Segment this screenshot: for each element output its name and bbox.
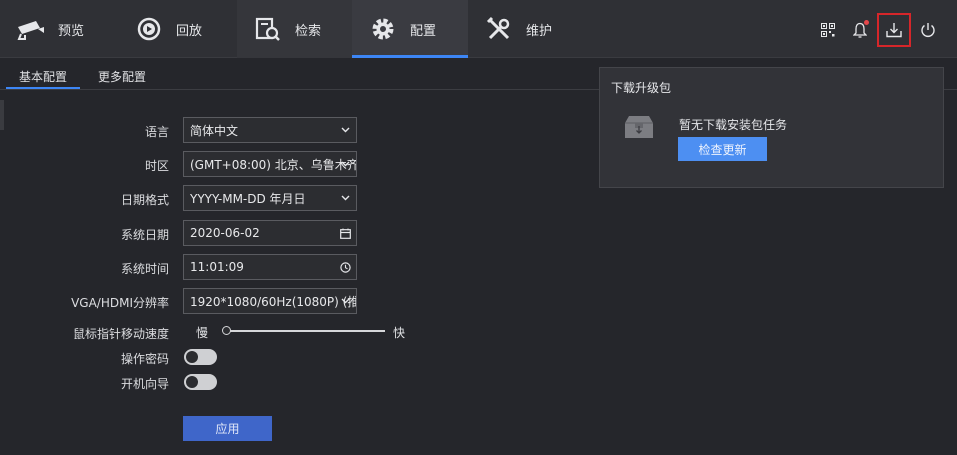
resolution-select[interactable]: 1920*1080/60Hz(1080P) (推荐): [183, 288, 357, 314]
slider-handle[interactable]: [222, 326, 231, 335]
power-button[interactable]: [913, 15, 943, 45]
tab-maintenance[interactable]: 维护: [468, 0, 586, 58]
camera-icon: [16, 14, 46, 44]
popup-message: 暂无下载安装包任务: [679, 118, 788, 132]
timezone-label: 时区: [144, 159, 169, 173]
tab-label: 检索: [295, 23, 322, 39]
tab-label: 回放: [176, 23, 203, 39]
slider-max-label: 快: [393, 326, 406, 340]
notification-button[interactable]: [845, 15, 875, 45]
check-update-button[interactable]: 检查更新: [678, 137, 767, 161]
system-time-input[interactable]: 11:01:09: [183, 254, 357, 280]
qr-code-button[interactable]: [813, 15, 843, 45]
tab-more-config[interactable]: 更多配置: [98, 68, 146, 85]
tab-label: 维护: [526, 23, 553, 39]
mouse-speed-slider: 慢 快: [0, 318, 420, 344]
chevron-down-icon: [339, 192, 351, 204]
tab-basic-config[interactable]: 基本配置: [5, 68, 81, 89]
clock-icon[interactable]: [339, 261, 351, 273]
calendar-icon[interactable]: [339, 227, 351, 239]
timezone-value: (GMT+08:00) 北京、乌鲁木齐: [190, 157, 357, 172]
system-time-value: 11:01:09: [190, 260, 244, 274]
language-value: 简体中文: [190, 123, 239, 138]
download-button[interactable]: [877, 13, 911, 47]
slider-min-label: 慢: [196, 326, 209, 340]
system-date-input[interactable]: 2020-06-02: [183, 220, 357, 246]
gear-icon: [368, 14, 398, 44]
language-select[interactable]: 简体中文: [183, 117, 357, 143]
playback-icon: [134, 14, 164, 44]
qr-code-icon: [821, 23, 835, 37]
language-label: 语言: [144, 125, 169, 139]
upgrade-package-popup: 下载升级包 暂无下载安装包任务 检查更新: [599, 67, 944, 188]
tab-config[interactable]: 配置: [352, 0, 468, 58]
search-file-icon: [253, 14, 283, 44]
resolution-label: VGA/HDMI分辨率: [71, 296, 169, 310]
tab-playback[interactable]: 回放: [118, 0, 237, 58]
tools-icon: [484, 14, 514, 44]
tab-preview[interactable]: 预览: [0, 0, 118, 58]
download-icon: [886, 23, 902, 38]
apply-button[interactable]: 应用: [183, 416, 272, 441]
system-date-label: 系统日期: [120, 228, 169, 242]
chevron-down-icon: [339, 124, 351, 136]
date-format-label: 日期格式: [120, 193, 169, 207]
top-nav-bar: 预览 回放 检索 配置 维护: [0, 0, 957, 58]
op-password-label: 操作密码: [120, 352, 169, 366]
tab-search[interactable]: 检索: [237, 0, 352, 58]
tab-label: 预览: [58, 23, 85, 39]
date-format-select[interactable]: YYYY-MM-DD 年月日: [183, 185, 357, 211]
date-format-value: YYYY-MM-DD 年月日: [190, 191, 306, 206]
scrollbar[interactable]: [0, 100, 4, 130]
system-time-label: 系统时间: [120, 262, 169, 276]
boot-wizard-label: 开机向导: [120, 377, 169, 391]
empty-package-icon: [625, 116, 653, 138]
chevron-down-icon: [339, 158, 351, 170]
notification-dot: [864, 20, 869, 25]
resolution-value: 1920*1080/60Hz(1080P) (推荐): [190, 294, 356, 309]
power-icon: [921, 23, 935, 37]
popup-title: 下载升级包: [611, 81, 672, 95]
op-password-toggle[interactable]: [184, 349, 217, 365]
boot-wizard-toggle[interactable]: [184, 374, 217, 390]
slider-track[interactable]: [227, 330, 385, 332]
chevron-down-icon: [339, 295, 351, 307]
system-date-value: 2020-06-02: [190, 226, 260, 240]
header-actions: [811, 13, 943, 47]
tab-label: 配置: [410, 23, 437, 39]
timezone-select[interactable]: (GMT+08:00) 北京、乌鲁木齐: [183, 151, 357, 177]
